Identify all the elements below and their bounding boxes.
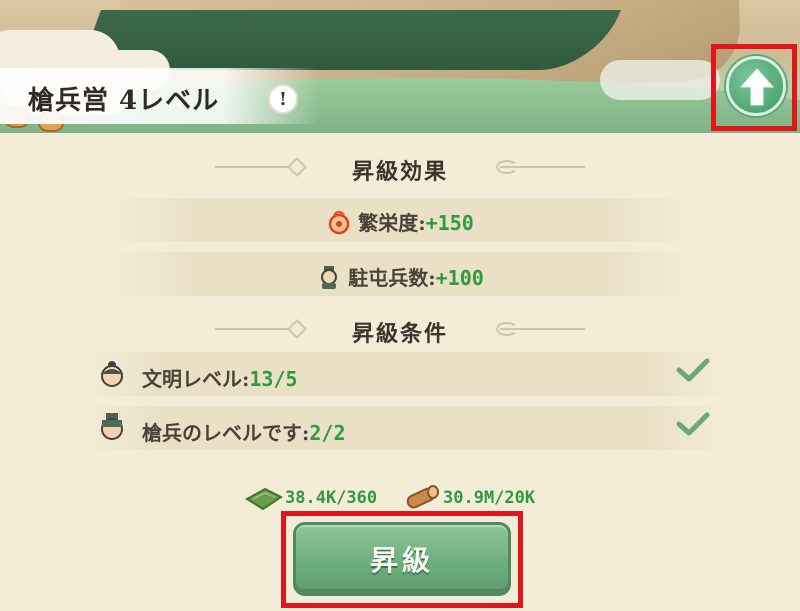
condition-label: 文明レベル: — [142, 367, 250, 391]
condition-value: 2/2 — [309, 421, 346, 445]
cost-wood: 30.9M/20K — [403, 484, 535, 512]
condition-civilization: 文明レベル:13/5 — [142, 363, 298, 392]
prosperity-icon — [328, 210, 350, 235]
effect-row-prosperity: 繁栄度:+150 — [0, 207, 800, 236]
cost-value: 38.4K/360 — [285, 488, 378, 508]
upgrade-button[interactable]: 昇級 — [293, 522, 511, 596]
upgrade-badge-button[interactable] — [726, 56, 786, 116]
check-icon — [676, 412, 710, 436]
effects-title: 昇級効果 — [351, 159, 448, 185]
effect-label: 駐屯兵数: — [348, 266, 436, 290]
effect-row-garrison: 駐屯兵数:+100 — [0, 262, 800, 291]
condition-label: 槍兵のレベルです: — [142, 421, 310, 445]
cost-value: 30.9M/20K — [443, 488, 536, 508]
effect-value: +150 — [425, 211, 474, 235]
cost-grass: 38.4K/360 — [245, 484, 377, 512]
building-title: 槍兵営 4レベル — [28, 86, 220, 116]
effect-value: +100 — [435, 266, 484, 290]
check-icon — [676, 358, 710, 382]
condition-spearman: 槍兵のレベルです:2/2 — [142, 417, 346, 446]
effect-label: 繁栄度: — [358, 211, 426, 235]
soldier-icon — [321, 266, 338, 289]
grass-resource-icon — [245, 487, 283, 511]
banner-cloud — [600, 60, 720, 100]
spearman-avatar-icon — [101, 413, 123, 440]
civilization-avatar-icon — [101, 361, 123, 387]
condition-value: 13/5 — [249, 367, 298, 391]
banner-roof — [79, 10, 621, 70]
arrow-up-icon — [739, 68, 775, 106]
conditions-title: 昇級条件 — [351, 321, 448, 347]
info-icon[interactable]: ! — [268, 84, 298, 114]
wood-resource-icon — [406, 485, 439, 509]
